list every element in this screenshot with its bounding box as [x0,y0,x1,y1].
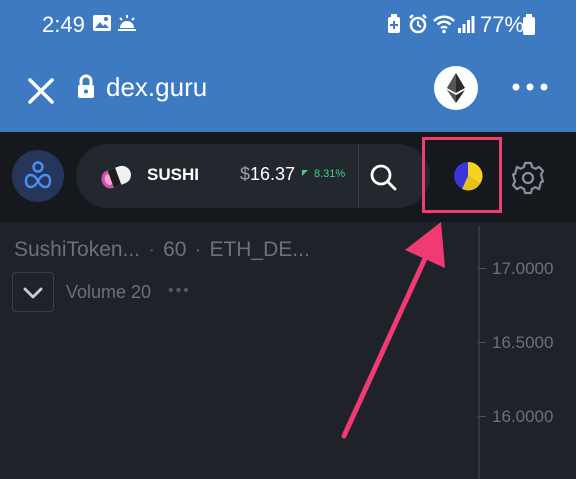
url-text[interactable]: dex.guru [106,72,207,103]
battery-saver-icon [387,14,401,39]
legend-symbol-name: SushiToken... [14,238,141,261]
ethereum-network-button[interactable] [434,66,478,110]
legend-pair: ETH_DE... [209,238,310,261]
price-axis [478,226,480,479]
dexguru-logo-button[interactable] [12,150,64,202]
price-chart[interactable]: SushiToken... · 60 · ETH_DE... Volume 20 •••… [0,222,576,479]
lock-icon [76,74,96,105]
battery-icon [522,14,536,41]
token-price: $16.37 [240,164,295,185]
legend-interval: 60 [163,238,187,261]
volume-indicator-label: Volume 20 [66,282,152,302]
sushi-token-icon [96,156,136,201]
chevron-down-icon [23,287,43,299]
wifi-icon [432,14,456,39]
ethereum-icon [447,73,465,103]
price-value: 16.37 [250,164,296,184]
token-symbol: SUSHI [147,165,199,184]
price-change: 8.31% [302,168,345,180]
search-icon [370,164,397,191]
browser-toolbar: dex.guru [0,52,576,132]
price-axis-label: 17.0000 [492,259,554,278]
status-bar: 2:49 77% [0,0,576,52]
signal-icon [457,14,475,39]
chart-legend-title: SushiToken... · 60 · ETH_DE... [14,238,310,261]
close-icon [28,78,54,104]
close-tab-button[interactable] [24,74,58,108]
up-arrow-icon [302,170,308,176]
gallery-icon [92,14,112,37]
battery-percent: 77% [480,12,525,37]
price-axis-label: 16.5000 [492,333,554,352]
alarm-icon [408,14,428,39]
app-header: SUSHI $16.37 8.31% [0,132,576,222]
volume-more-button[interactable]: ••• [168,282,191,300]
weather-icon [117,14,137,37]
divider [358,144,359,208]
settings-button[interactable] [510,160,546,196]
more-options-button[interactable] [508,72,552,102]
price-axis-label: 16.0000 [492,407,554,426]
price-axis-tick [478,268,486,269]
price-currency: $ [240,164,251,184]
collapse-legend-button[interactable] [12,272,54,312]
price-axis-tick [478,342,486,343]
price-change-value: 8.31% [314,168,346,180]
token-selector[interactable]: SUSHI $16.37 8.31% [76,144,430,208]
price-axis-tick [478,416,486,417]
status-time: 2:49 [42,12,85,37]
dexguru-logo-icon [24,161,52,189]
search-button[interactable] [368,162,398,192]
gear-icon [511,161,545,195]
pie-chart-icon [454,161,483,191]
chart-style-button[interactable] [452,160,484,192]
more-dots-icon [512,83,548,91]
